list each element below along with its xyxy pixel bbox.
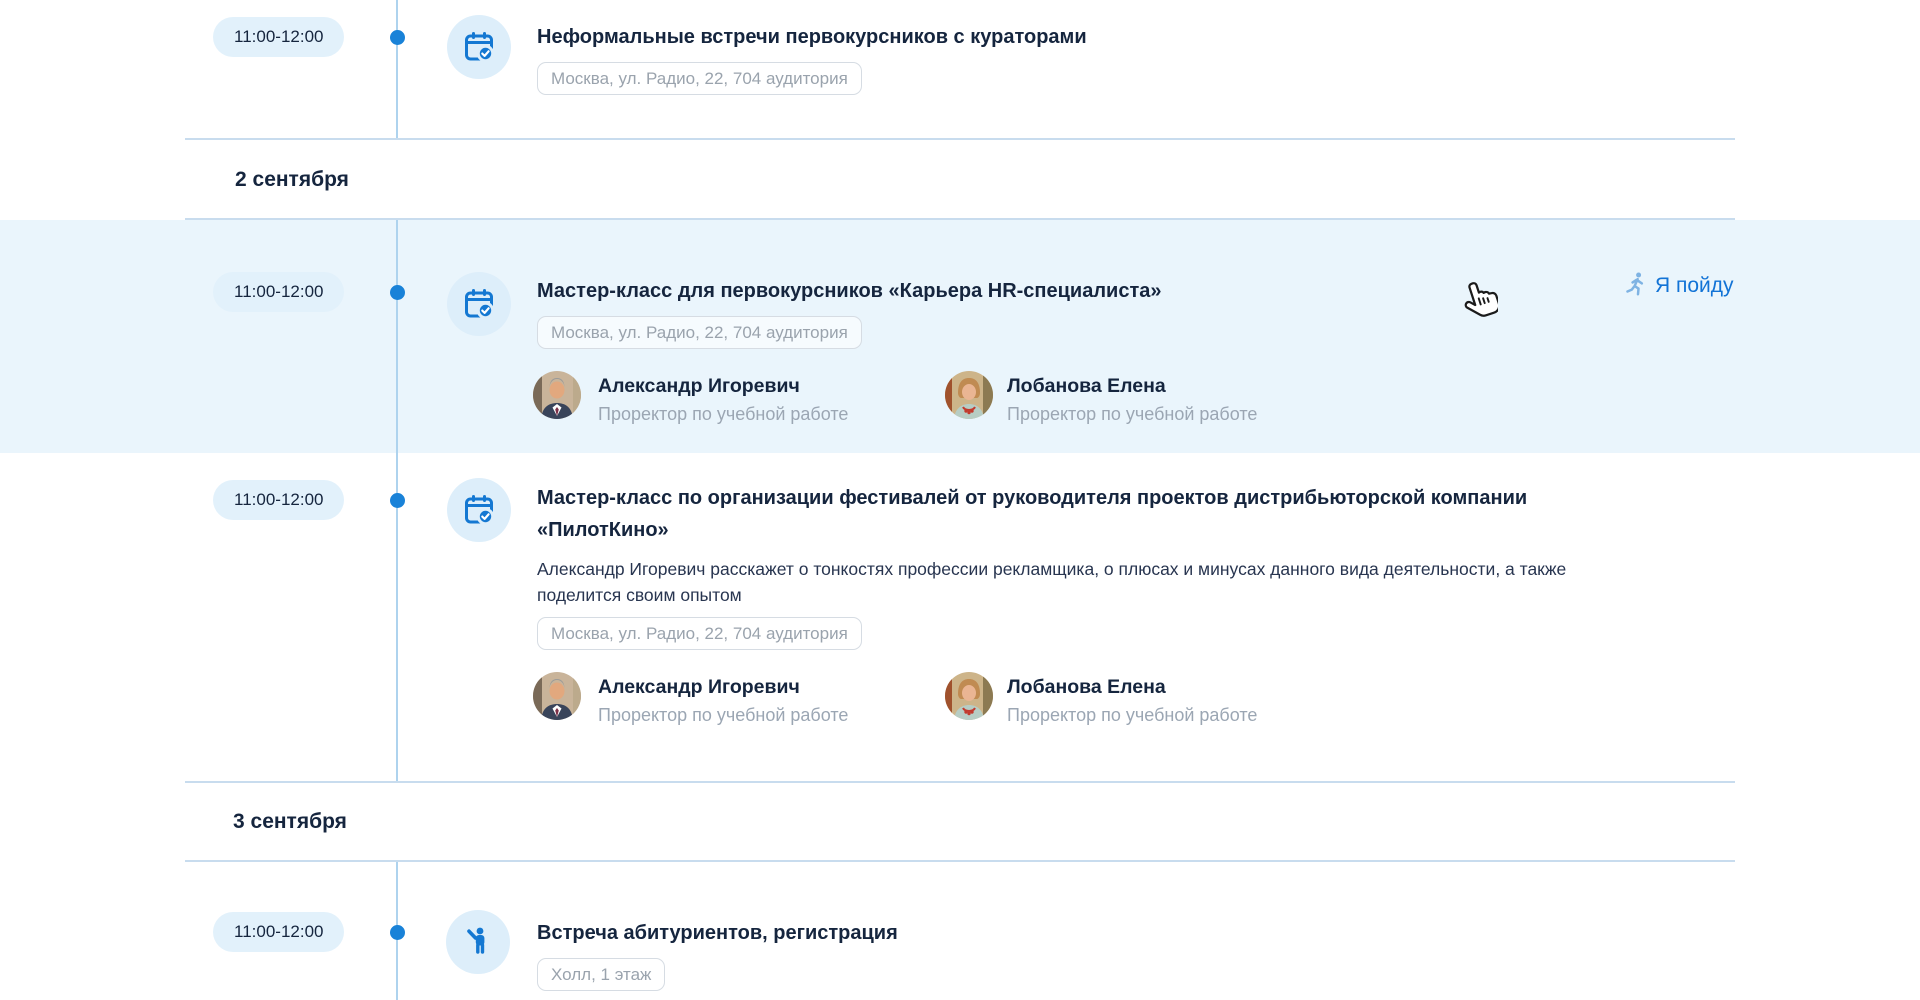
hovered-row-highlight xyxy=(0,220,1920,453)
section-divider xyxy=(185,138,1735,140)
speaker-role: Проректор по учебной работе xyxy=(1007,403,1257,426)
calendar-check-icon xyxy=(447,15,511,79)
timeline-dot xyxy=(390,493,405,508)
timeline-dot xyxy=(390,925,405,940)
section-divider xyxy=(185,781,1735,783)
speaker-role: Проректор по учебной работе xyxy=(598,704,848,727)
event-title: Неформальные встречи первокурсников с ку… xyxy=(537,21,1087,53)
speaker-avatar xyxy=(945,672,993,720)
calendar-check-icon xyxy=(447,478,511,542)
timeline-dot xyxy=(390,285,405,300)
speaker-name: Лобанова Елена xyxy=(1007,374,1166,398)
speaker-role: Проректор по учебной работе xyxy=(1007,704,1257,727)
event-location-chip: Холл, 1 этаж xyxy=(537,958,665,991)
event-location-chip: Москва, ул. Радио, 22, 704 аудитория xyxy=(537,316,862,349)
person-waving-icon xyxy=(446,910,510,974)
attend-link[interactable]: Я пойду xyxy=(1655,273,1734,299)
event-location-chip: Москва, ул. Радио, 22, 704 аудитория xyxy=(537,617,862,650)
speaker-name: Лобанова Елена xyxy=(1007,675,1166,699)
event-time: 11:00-12:00 xyxy=(213,912,344,952)
running-person-icon xyxy=(1622,271,1648,306)
timeline-dot xyxy=(390,30,405,45)
event-title: Мастер-класс для первокурсников «Карьера… xyxy=(537,275,1162,307)
speaker-avatar xyxy=(945,371,993,419)
speaker-name: Александр Игоревич xyxy=(598,374,800,398)
section-divider xyxy=(185,218,1735,220)
event-location-chip: Москва, ул. Радио, 22, 704 аудитория xyxy=(537,62,862,95)
event-title: Мастер-класс по организации фестивалей о… xyxy=(537,482,1592,546)
speaker-role: Проректор по учебной работе xyxy=(598,403,848,426)
calendar-check-icon xyxy=(447,272,511,336)
events-schedule-page: 11:00-12:00 Неформальные встречи первоку… xyxy=(0,0,1920,1000)
event-time: 11:00-12:00 xyxy=(213,17,344,57)
event-title: Встреча абитуриентов, регистрация xyxy=(537,917,898,949)
speaker-avatar xyxy=(533,672,581,720)
event-time: 11:00-12:00 xyxy=(213,272,344,312)
date-heading: 3 сентября xyxy=(233,810,347,834)
speaker-name: Александр Игоревич xyxy=(598,675,800,699)
event-description: Александр Игоревич расскажет о тонкостях… xyxy=(537,556,1582,608)
pointer-cursor-icon xyxy=(1458,278,1498,325)
date-heading: 2 сентября xyxy=(235,168,349,192)
event-time: 11:00-12:00 xyxy=(213,480,344,520)
speaker-avatar xyxy=(533,371,581,419)
section-divider xyxy=(185,860,1735,862)
timeline-line xyxy=(396,0,398,139)
